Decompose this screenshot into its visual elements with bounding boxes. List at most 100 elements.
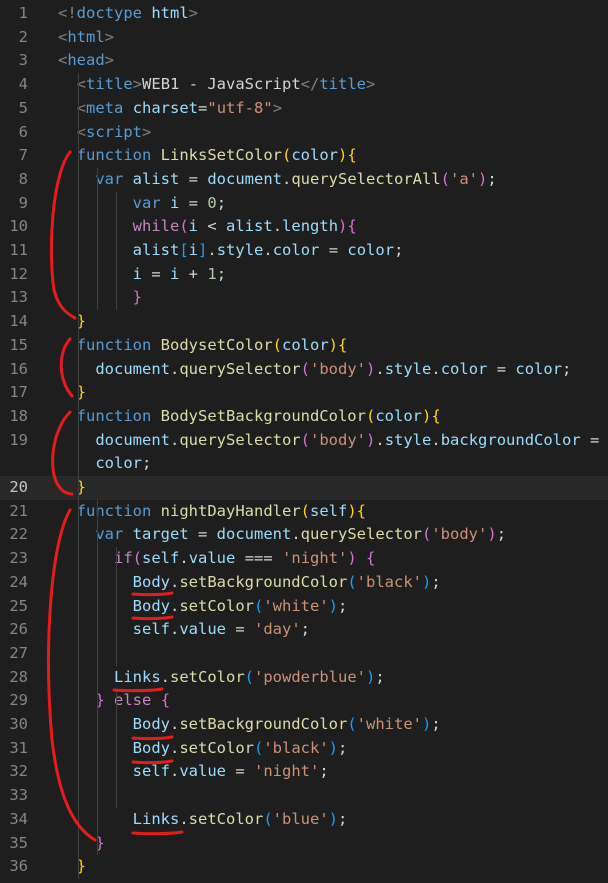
- line-number: 29: [9, 691, 28, 710]
- code-line[interactable]: 18 function BodySetBackgroundColor(color…: [0, 405, 608, 429]
- code-line[interactable]: 3 <head>: [0, 49, 608, 73]
- line-number: 31: [9, 738, 28, 757]
- line-number: 3: [18, 51, 28, 70]
- code-token: .: [169, 738, 180, 757]
- code-token: self: [310, 501, 348, 520]
- code-token: .: [169, 572, 180, 591]
- code-token: self: [132, 620, 170, 639]
- code-token: ;: [394, 241, 404, 259]
- code-line[interactable]: 32 self.value = 'night';: [0, 760, 608, 784]
- code-token: 'body': [431, 525, 488, 544]
- line-number: 36: [9, 857, 28, 876]
- line-number: 34: [9, 809, 28, 828]
- code-line[interactable]: 30 Body.setBackgroundColor('white');: [0, 713, 608, 737]
- code-token: querySelector: [300, 525, 422, 544]
- code-token: length: [282, 217, 339, 236]
- line-number: 15: [9, 335, 28, 354]
- code-text: self.value = 'night';: [58, 760, 329, 784]
- code-token: >: [104, 51, 115, 70]
- line-number: 23: [9, 549, 28, 568]
- code-token: querySelector: [179, 430, 301, 449]
- code-line[interactable]: 17 }: [0, 381, 608, 405]
- line-number: 18: [9, 406, 28, 425]
- code-token: (: [440, 169, 450, 188]
- code-line[interactable]: 13 }: [0, 286, 608, 310]
- line-number: 26: [9, 620, 28, 639]
- indent-guide: [78, 428, 79, 476]
- code-line[interactable]: 10 while(i < alist.length){: [0, 215, 608, 239]
- line-number: 19: [9, 430, 28, 449]
- code-token: document: [95, 430, 170, 449]
- code-text: }: [58, 310, 86, 334]
- code-line[interactable]: 6 <script>: [0, 121, 608, 145]
- code-line[interactable]: 4 <title>WEB1 - JavaScript</title>: [0, 73, 608, 97]
- code-line[interactable]: 21 function nightDayHandler(self){: [0, 500, 608, 524]
- indent-guide: [97, 499, 98, 856]
- line-number: 17: [9, 383, 28, 402]
- code-line[interactable]: 25 Body.setColor('white');: [0, 595, 608, 619]
- code-line[interactable]: 36 }: [0, 855, 608, 879]
- code-token: (: [347, 572, 357, 591]
- code-token: {: [160, 691, 171, 710]
- code-line[interactable]: 29 } else {: [0, 689, 608, 713]
- code-line[interactable]: 34 Links.setColor('blue');: [0, 808, 608, 832]
- code-token: color: [440, 359, 488, 378]
- code-token: ;: [431, 572, 441, 591]
- code-token: ): [366, 359, 376, 378]
- code-token: [: [179, 241, 189, 259]
- code-line[interactable]: 5 <meta charset="utf-8">: [0, 97, 608, 121]
- code-line[interactable]: 23 if(self.value === 'night') {: [0, 547, 608, 571]
- code-line[interactable]: 33: [0, 784, 608, 808]
- line-number: 8: [18, 169, 28, 188]
- code-line[interactable]: 12 i = i + 1;: [0, 263, 608, 287]
- code-editor[interactable]: 1 <!doctype html> 2 <html> 3 <head> 4 <title>W…: [0, 0, 608, 883]
- code-token: .: [431, 359, 441, 378]
- code-token: Body: [132, 715, 170, 733]
- code-token: function: [76, 501, 152, 520]
- code-token: color: [515, 359, 563, 378]
- code-token: {: [338, 335, 348, 354]
- code-line[interactable]: 24 Body.setBackgroundColor('black');: [0, 571, 608, 595]
- code-token: alist: [226, 217, 273, 236]
- code-line[interactable]: 27: [0, 642, 608, 666]
- code-line[interactable]: 26 self.value = 'day';: [0, 618, 608, 642]
- code-line[interactable]: 9 var i = 0;: [0, 192, 608, 216]
- line-number: 30: [9, 715, 28, 733]
- code-token: head: [67, 51, 105, 70]
- code-token: setBackgroundColor: [179, 715, 348, 733]
- code-line[interactable]: 31 Body.setColor('black');: [0, 737, 608, 761]
- code-token: var: [132, 193, 161, 212]
- code-line[interactable]: 15 function BodysetColor(color){: [0, 334, 608, 358]
- code-token: 'white': [263, 596, 329, 615]
- code-token: .: [179, 549, 189, 568]
- code-line[interactable]: 2 <html>: [0, 26, 608, 50]
- code-line[interactable]: color;: [0, 452, 608, 476]
- code-line[interactable]: 20 }: [0, 476, 608, 500]
- code-line[interactable]: 11 alist[i].style.color = color;: [0, 239, 608, 263]
- code-token: 'night': [282, 549, 348, 568]
- code-token: document: [216, 525, 292, 544]
- code-line[interactable]: 22 var target = document.querySelector('…: [0, 523, 608, 547]
- line-number: 12: [9, 264, 28, 283]
- code-token: =: [580, 430, 600, 449]
- code-token: ): [328, 596, 338, 615]
- code-line[interactable]: 1 <!doctype html>: [0, 2, 608, 26]
- code-line[interactable]: 14 }: [0, 310, 608, 334]
- code-token: .: [375, 430, 385, 449]
- line-number: 11: [9, 241, 28, 259]
- code-token: title: [319, 75, 367, 94]
- code-token: value: [179, 762, 226, 781]
- code-line[interactable]: 28 Links.setColor('powderblue');: [0, 666, 608, 690]
- code-token: .: [169, 620, 180, 639]
- code-text: }: [58, 855, 86, 879]
- code-line[interactable]: 8 var alist = document.querySelectorAll(…: [0, 168, 608, 192]
- line-number: 13: [9, 288, 28, 307]
- code-line[interactable]: 35 }: [0, 832, 608, 856]
- code-line[interactable]: 7 function LinksSetColor(color){: [0, 144, 608, 168]
- code-line[interactable]: 19 document.querySelector('body').style.…: [0, 429, 608, 453]
- code-line[interactable]: 16 document.querySelector('body').style.…: [0, 358, 608, 382]
- code-token: var: [95, 169, 124, 188]
